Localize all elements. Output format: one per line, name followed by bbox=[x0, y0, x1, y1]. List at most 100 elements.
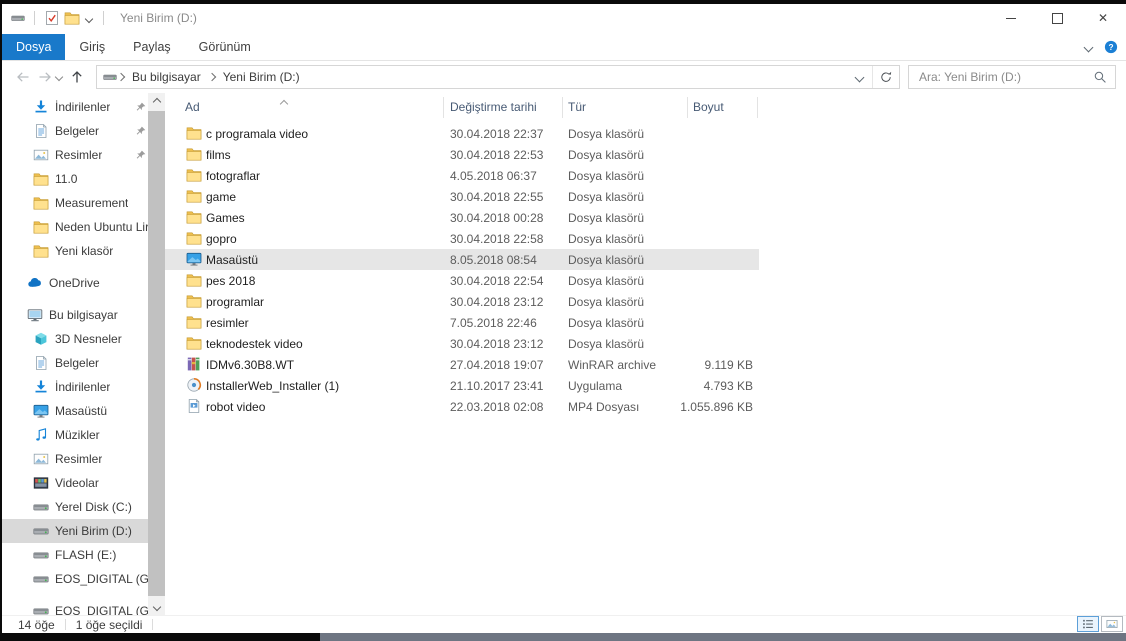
maximize-button[interactable] bbox=[1034, 4, 1080, 32]
sidebar-item-3d-nesneler[interactable]: 3D Nesneler bbox=[2, 327, 165, 351]
folder-icon bbox=[186, 125, 202, 141]
sidebar-item-label: Belgeler bbox=[55, 356, 100, 370]
properties-button[interactable] bbox=[44, 10, 60, 26]
sidebar-item-label: OneDrive bbox=[49, 276, 100, 290]
search-input[interactable] bbox=[917, 69, 1093, 85]
search-icon[interactable] bbox=[1093, 70, 1107, 84]
tab-paylas[interactable]: Paylaş bbox=[119, 34, 185, 60]
screen: Yeni Birim (D:) ✕ Dosya Giriş Paylaş Gör… bbox=[0, 0, 1126, 641]
sort-ascending-icon bbox=[279, 96, 289, 110]
sidebar-item-onedrive[interactable]: OneDrive bbox=[2, 271, 165, 295]
address-bar[interactable]: Bu bilgisayar Yeni Birim (D:) bbox=[96, 65, 900, 89]
chevron-down-icon bbox=[152, 602, 161, 611]
scroll-down-button[interactable] bbox=[148, 598, 165, 615]
recent-locations-chevron-icon[interactable] bbox=[54, 72, 64, 82]
scroll-up-button[interactable] bbox=[148, 93, 165, 110]
computer-icon bbox=[27, 307, 43, 323]
sidebar-item-label: İndirilenler bbox=[55, 380, 111, 394]
column-divider[interactable] bbox=[443, 97, 444, 118]
breadcrumb-chevron-icon[interactable] bbox=[116, 72, 126, 82]
file-row-pes-2018[interactable]: pes 2018 30.04.2018 22:54 Dosya klasörü bbox=[165, 270, 759, 291]
file-row-gopro[interactable]: gopro 30.04.2018 22:58 Dosya klasörü bbox=[165, 228, 759, 249]
sidebar-item-eos-digital-g[interactable]: EOS_DIGITAL (G:) bbox=[2, 599, 165, 615]
file-row-idmv6-30b8-wt[interactable]: IDMv6.30B8.WT 27.04.2018 19:07 WinRAR arch… bbox=[165, 354, 759, 375]
refresh-button[interactable] bbox=[873, 66, 899, 88]
file-list-pane: Ad Değiştirme tarihi Tür Boyut c program… bbox=[165, 93, 1126, 615]
breadcrumb-this-pc[interactable]: Bu bilgisayar bbox=[125, 70, 208, 84]
sidebar-scrollbar[interactable] bbox=[148, 93, 165, 615]
refresh-icon bbox=[879, 70, 893, 84]
sidebar-item-yeni-birim-d[interactable]: Yeni Birim (D:) bbox=[2, 519, 165, 543]
separator bbox=[64, 619, 66, 630]
file-date-modified: 4.05.2018 06:37 bbox=[450, 169, 537, 183]
file-date-modified: 7.05.2018 22:46 bbox=[450, 316, 537, 330]
details-view-button[interactable] bbox=[1077, 616, 1099, 632]
column-divider[interactable] bbox=[562, 97, 563, 118]
sidebar-item-bu-bilgisayar[interactable]: Bu bilgisayar bbox=[2, 303, 165, 327]
column-header-date-modified[interactable]: Değiştirme tarihi bbox=[450, 100, 537, 114]
thumbnails-view-icon bbox=[1106, 618, 1118, 630]
close-button[interactable]: ✕ bbox=[1080, 4, 1126, 32]
sidebar-item-videolar[interactable]: Videolar bbox=[2, 471, 165, 495]
chevron-up-icon bbox=[152, 97, 161, 106]
status-bar: 14 öğe 1 öğe seçildi bbox=[2, 615, 1126, 633]
sidebar-item-resimler[interactable]: Resimler bbox=[2, 447, 165, 471]
sidebar-item-müzikler[interactable]: Müzikler bbox=[2, 423, 165, 447]
file-row-teknodestek-video[interactable]: teknodestek video 30.04.2018 23:12 Dosya k… bbox=[165, 333, 759, 354]
file-row-films[interactable]: films 30.04.2018 22:53 Dosya klasörü bbox=[165, 144, 759, 165]
address-history-chevron-icon[interactable] bbox=[854, 72, 865, 82]
tab-giris[interactable]: Giriş bbox=[65, 34, 119, 60]
column-divider[interactable] bbox=[757, 97, 758, 118]
help-icon[interactable]: ? bbox=[1104, 40, 1118, 54]
column-header-size[interactable]: Boyut bbox=[693, 100, 724, 114]
breadcrumb-chevron-icon[interactable] bbox=[207, 72, 216, 82]
sidebar-item-11-0[interactable]: 11.0 bbox=[2, 167, 165, 191]
file-date-modified: 22.03.2018 02:08 bbox=[450, 400, 544, 414]
file-row-resimler[interactable]: resimler 7.05.2018 22:46 Dosya klasörü bbox=[165, 312, 759, 333]
tab-gorunum[interactable]: Görünüm bbox=[185, 34, 265, 60]
item-count: 14 öğe bbox=[18, 617, 55, 632]
scrollbar-thumb[interactable] bbox=[148, 111, 165, 596]
sidebar-item-yeni-klasör[interactable]: Yeni klasör bbox=[2, 239, 165, 263]
file-row-masaüstü[interactable]: Masaüstü 8.05.2018 08:54 Dosya klasörü bbox=[165, 249, 759, 270]
qat-customize-chevron-icon[interactable] bbox=[84, 14, 94, 24]
file-date-modified: 30.04.2018 22:37 bbox=[450, 127, 544, 141]
column-header-type[interactable]: Tür bbox=[568, 100, 586, 114]
file-row-game[interactable]: game 30.04.2018 22:55 Dosya klasörü bbox=[165, 186, 759, 207]
explorer-window: Yeni Birim (D:) ✕ Dosya Giriş Paylaş Gör… bbox=[2, 4, 1126, 633]
new-folder-button[interactable] bbox=[64, 10, 80, 26]
file-type: Dosya klasörü bbox=[568, 337, 645, 351]
sidebar-item-label: Belgeler bbox=[55, 124, 100, 138]
file-row-programlar[interactable]: programlar 30.04.2018 23:12 Dosya klasörü bbox=[165, 291, 759, 312]
folder-icon bbox=[33, 195, 49, 211]
sidebar-item-i-ndirilenler[interactable]: İndirilenler bbox=[2, 375, 165, 399]
file-row-robot-video[interactable]: robot video 22.03.2018 02:08 MP4 Dosyası 1.… bbox=[165, 396, 759, 417]
tab-dosya[interactable]: Dosya bbox=[2, 34, 66, 60]
sidebar-item-measurement[interactable]: Measurement bbox=[2, 191, 165, 215]
sidebar-item-neden-ubuntu-lir[interactable]: Neden Ubuntu Lir bbox=[2, 215, 165, 239]
up-button[interactable] bbox=[66, 66, 88, 88]
sidebar-item-flash-e[interactable]: FLASH (E:) bbox=[2, 543, 165, 567]
sidebar-item-belgeler[interactable]: Belgeler bbox=[2, 119, 165, 143]
file-row-c-programala-video[interactable]: c programala video 30.04.2018 22:37 Dosya … bbox=[165, 123, 759, 144]
forward-button[interactable] bbox=[34, 66, 56, 88]
column-divider[interactable] bbox=[687, 97, 688, 118]
file-type: Dosya klasörü bbox=[568, 232, 645, 246]
file-type: Dosya klasörü bbox=[568, 295, 645, 309]
minimize-button[interactable] bbox=[988, 4, 1034, 32]
sidebar-item-belgeler[interactable]: Belgeler bbox=[2, 351, 165, 375]
expand-ribbon-chevron-icon[interactable] bbox=[1083, 42, 1094, 52]
back-button[interactable] bbox=[12, 66, 34, 88]
thumbnails-view-button[interactable] bbox=[1101, 616, 1123, 632]
sidebar-item-resimler[interactable]: Resimler bbox=[2, 143, 165, 167]
column-header-name[interactable]: Ad bbox=[185, 100, 200, 114]
file-row-installerweb-installer-1[interactable]: InstallerWeb_Installer (1) 21.10.2017 23:… bbox=[165, 375, 759, 396]
folder-icon bbox=[33, 171, 49, 187]
file-row-fotograflar[interactable]: fotograflar 4.05.2018 06:37 Dosya klasörü bbox=[165, 165, 759, 186]
sidebar-item-i-ndirilenler[interactable]: İndirilenler bbox=[2, 95, 165, 119]
file-row-games[interactable]: Games 30.04.2018 00:28 Dosya klasörü bbox=[165, 207, 759, 228]
sidebar-item-masaüstü[interactable]: Masaüstü bbox=[2, 399, 165, 423]
sidebar-item-yerel-disk-c[interactable]: Yerel Disk (C:) bbox=[2, 495, 165, 519]
sidebar-item-eos-digital-g[interactable]: EOS_DIGITAL (G:) bbox=[2, 567, 165, 591]
breadcrumb-current-drive[interactable]: Yeni Birim (D:) bbox=[216, 70, 307, 84]
